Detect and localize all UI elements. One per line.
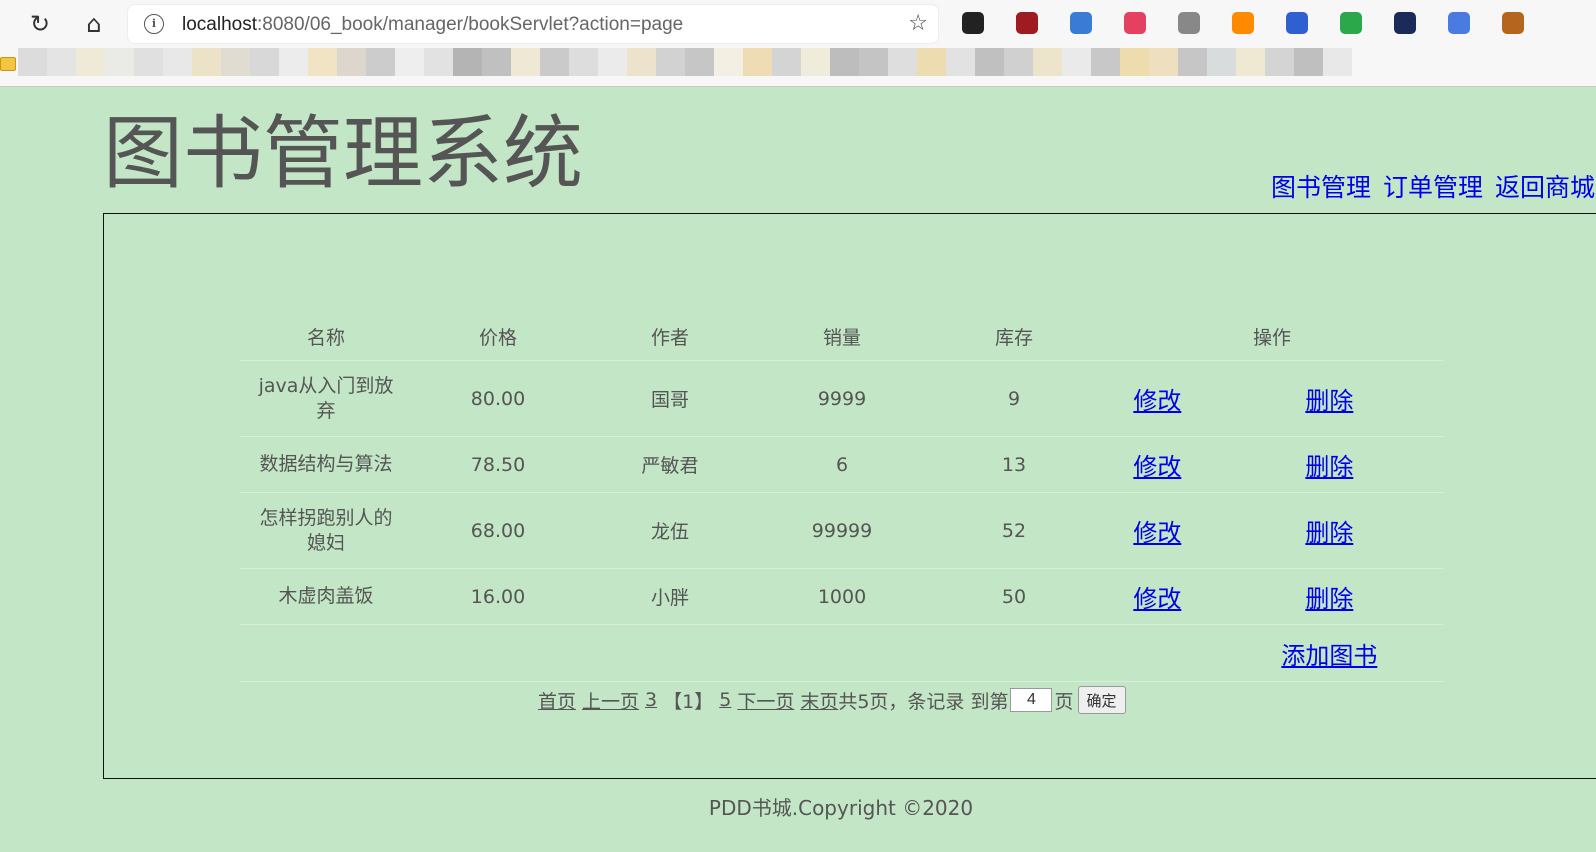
delete-link[interactable]: 删除 (1305, 453, 1353, 481)
edit-link[interactable]: 修改 (1133, 585, 1181, 613)
home-icon[interactable]: ⌂ (78, 8, 110, 40)
top-nav: 图书管理 订单管理 返回商城 (1271, 168, 1596, 204)
footer: PDD书城.Copyright ©2020 (708, 796, 974, 820)
page-number-input[interactable] (1010, 688, 1053, 712)
nav-back-to-shop[interactable]: 返回商城 (1495, 173, 1595, 202)
edit-link[interactable]: 修改 (1133, 519, 1181, 547)
book-name: 木虚肉盖饭 (240, 568, 412, 625)
book-name: java从入门到放弃 (240, 360, 412, 437)
book-stock: 9 (928, 360, 1100, 437)
ublock-icon[interactable] (1016, 12, 1038, 34)
next-page-link[interactable]: 下一页 (737, 687, 794, 714)
add-book-link[interactable]: 添加图书 (1281, 642, 1377, 670)
col-stock: 库存 (928, 312, 1100, 361)
cleaner-ext-icon[interactable] (1286, 12, 1308, 34)
col-price: 价格 (412, 312, 584, 361)
book-author: 严敏君 (584, 436, 756, 493)
book-stock: 52 (928, 492, 1100, 569)
prev-page-link[interactable]: 上一页 (582, 687, 639, 714)
col-sales: 销量 (756, 312, 928, 361)
col-name: 名称 (240, 312, 412, 361)
page-link-3[interactable]: 3 (645, 689, 657, 711)
delete-link[interactable]: 删除 (1305, 585, 1353, 613)
current-page: 【1】 (663, 690, 714, 713)
nav-book-manage[interactable]: 图书管理 (1271, 173, 1371, 202)
book-name: 数据结构与算法 (240, 436, 412, 493)
col-actions: 操作 (1100, 312, 1444, 361)
book-sales: 99999 (756, 492, 928, 569)
browser-toolbar: ↻ ⌂ i localhost:8080/06_book/manager/boo… (0, 0, 1596, 48)
google-translate-icon[interactable] (1448, 12, 1470, 34)
dark-ext-icon[interactable] (1394, 12, 1416, 34)
book-table: 名称 价格 作者 销量 库存 操作 java从入门到放弃 80.00 国哥 99… (240, 312, 1444, 682)
bookmark-items[interactable] (18, 48, 1352, 76)
first-page-link[interactable]: 首页 (538, 687, 576, 714)
table-row: 木虚肉盖饭 16.00 小胖 1000 50 修改 删除 (240, 568, 1444, 625)
info-icon[interactable]: i (144, 14, 164, 34)
confirm-button[interactable]: 确定 (1077, 686, 1126, 714)
tampermonkey-icon[interactable] (962, 12, 984, 34)
delete-link[interactable]: 删除 (1305, 519, 1353, 547)
table-row: java从入门到放弃 80.00 国哥 9999 9 修改 删除 (240, 360, 1444, 437)
edit-link[interactable]: 修改 (1133, 453, 1181, 481)
book-stock: 50 (928, 568, 1100, 625)
book-author: 小胖 (584, 568, 756, 625)
last-page-link[interactable]: 末页 (800, 687, 838, 714)
book-author: 龙伍 (584, 492, 756, 569)
eye-ext-icon[interactable] (1340, 12, 1362, 34)
nav-order-manage[interactable]: 订单管理 (1383, 173, 1483, 202)
book-name: 怎样拐跑别人的媳妇 (240, 492, 412, 569)
book-author: 国哥 (584, 360, 756, 437)
address-bar[interactable]: i localhost:8080/06_book/manager/bookSer… (128, 5, 938, 43)
add-row: 添加图书 (240, 624, 1444, 682)
table-row: 怎样拐跑别人的媳妇 68.00 龙伍 99999 52 修改 删除 (240, 492, 1444, 569)
col-author: 作者 (584, 312, 756, 361)
page-suffix: 页 (1054, 690, 1074, 713)
url-text[interactable]: localhost:8080/06_book/manager/bookServl… (182, 14, 683, 36)
book-sales: 1000 (756, 568, 928, 625)
book-price: 78.50 (412, 436, 584, 493)
edit-link[interactable]: 修改 (1133, 387, 1181, 415)
folder-icon[interactable] (0, 57, 16, 71)
reload-icon[interactable]: ↻ (24, 8, 56, 40)
page-link-5[interactable]: 5 (719, 689, 731, 711)
pager-summary: 共5页，条记录 到第 (838, 690, 1009, 713)
translate-ext-icon[interactable] (1178, 12, 1200, 34)
bookmarks-bar (0, 48, 1596, 87)
book-sales: 9999 (756, 360, 928, 437)
screenshot-ext-icon[interactable] (1124, 12, 1146, 34)
page-title: 图书管理系统 (103, 107, 583, 200)
book-price: 80.00 (412, 360, 584, 437)
book-price: 68.00 (412, 492, 584, 569)
table-row: 数据结构与算法 78.50 严敏君 6 13 修改 删除 (240, 436, 1444, 493)
book-stock: 13 (928, 436, 1100, 493)
wallet-ext-icon[interactable] (1232, 12, 1254, 34)
pagination: 首页 上一页 3 【1】 5 下一页 末页 共5页，条记录 到第 页 确定 (538, 686, 1126, 714)
bookmark-ext-icon[interactable] (1070, 12, 1092, 34)
bookmark-star-icon[interactable]: ☆ (908, 11, 928, 36)
monkey-ext-icon[interactable] (1502, 12, 1524, 34)
book-sales: 6 (756, 436, 928, 493)
book-price: 16.00 (412, 568, 584, 625)
delete-link[interactable]: 删除 (1305, 387, 1353, 415)
table-header-row: 名称 价格 作者 销量 库存 操作 (240, 312, 1444, 361)
